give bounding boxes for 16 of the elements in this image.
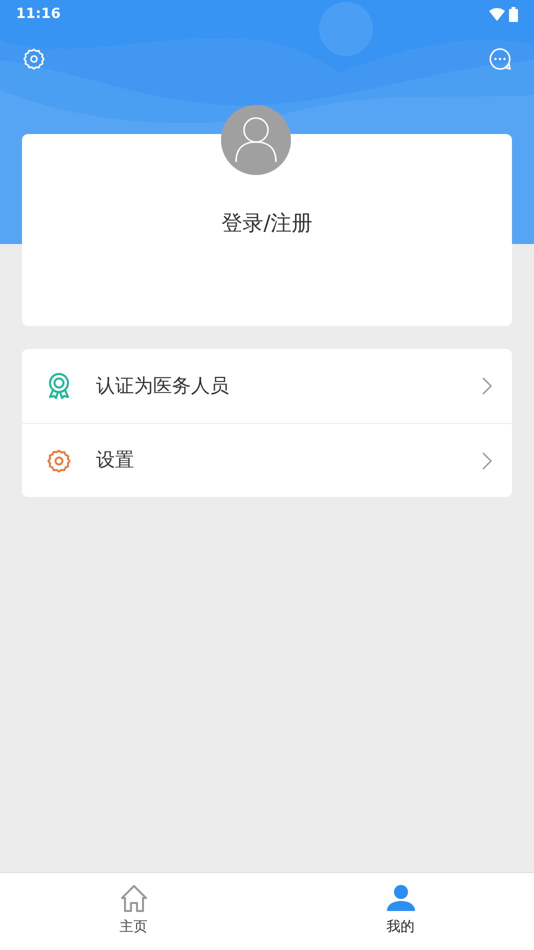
gear-icon [46,448,72,474]
chevron-right-icon [482,452,492,470]
message-button[interactable] [488,47,512,71]
wifi-icon [489,8,505,20]
menu-item[interactable]: 设置 [22,423,512,497]
settings-button[interactable] [22,47,46,71]
login-register-link[interactable]: 登录/注册 [221,208,313,240]
award-icon [46,372,72,400]
battery-icon [509,6,518,22]
tab[interactable]: 主页 [0,873,267,950]
menu-item[interactable]: 认证为医务人员 [22,349,512,423]
chevron-right-icon [482,377,492,395]
chat-bubble-icon [488,47,512,71]
settings-icon [22,47,46,71]
status-time: 11:16 [16,4,61,24]
tab[interactable]: 我的 [267,873,534,950]
